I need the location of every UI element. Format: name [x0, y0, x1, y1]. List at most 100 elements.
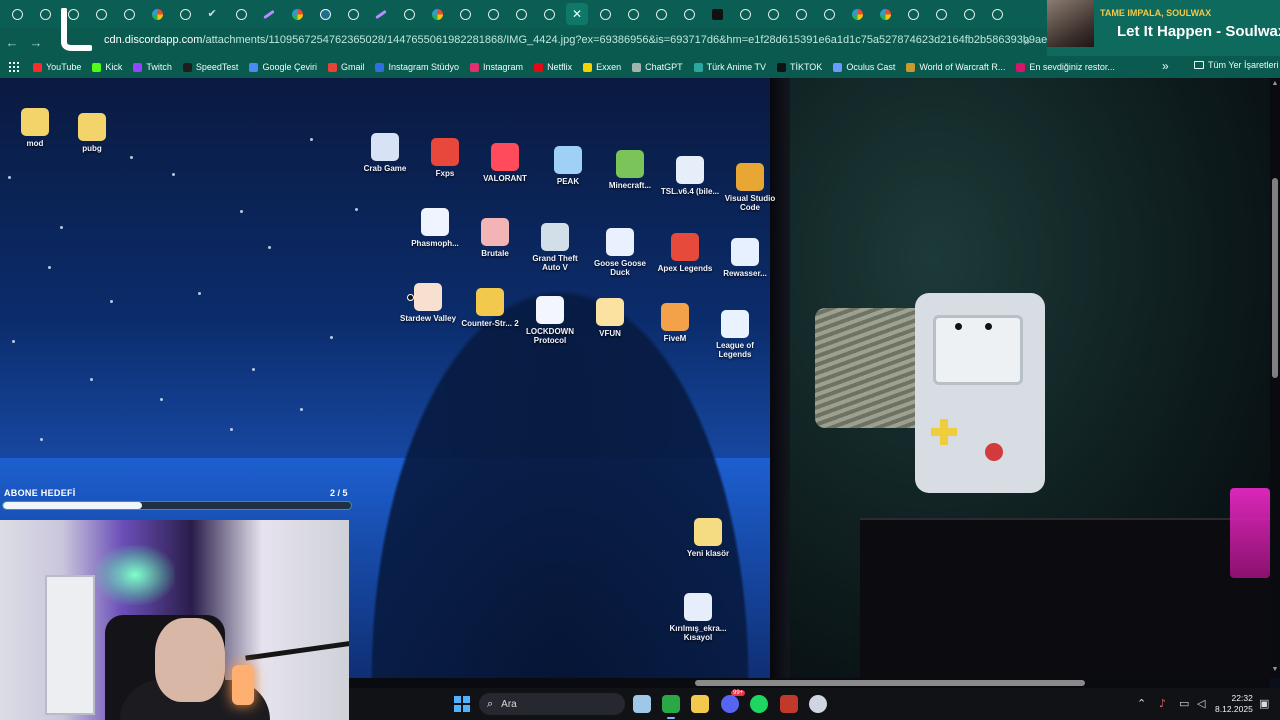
bookmark-item[interactable]: Gmail: [327, 62, 364, 72]
tab-3[interactable]: [90, 3, 112, 25]
windows-start-icon[interactable]: [454, 696, 470, 712]
search-icon: ⌕: [487, 697, 494, 710]
tab-13[interactable]: [370, 3, 392, 25]
bookmark-item[interactable]: SpeedTest: [182, 62, 238, 72]
tab-0[interactable]: [6, 3, 28, 25]
desktop-shortcut-icon: [721, 310, 749, 338]
streamer-logo: [61, 8, 92, 51]
microphone-icon[interactable]: ♪: [1159, 697, 1166, 710]
tab-7[interactable]: ✔: [202, 3, 224, 25]
circle-icon: [179, 8, 191, 20]
tab-31[interactable]: [874, 3, 896, 25]
bookmarks-overflow-icon[interactable]: »: [1162, 59, 1169, 73]
desktop-icon: VALORANT: [475, 143, 535, 183]
tab-19[interactable]: [538, 3, 560, 25]
explorer-photos-icon[interactable]: [633, 695, 651, 713]
url-field[interactable]: cdn.discordapp.com/attachments/110956725…: [104, 34, 1134, 46]
tab-25[interactable]: [706, 3, 728, 25]
tab-6[interactable]: [174, 3, 196, 25]
bookmark-item[interactable]: Türk Anime TV: [693, 62, 766, 72]
tab-8[interactable]: [230, 3, 252, 25]
tab-18[interactable]: [510, 3, 532, 25]
desktop-icon-label: Minecraft...: [608, 181, 652, 190]
vertical-scrollbar[interactable]: ▲ ▼: [1270, 78, 1280, 678]
streamer-face: [155, 618, 225, 702]
scroll-up-icon[interactable]: ▲: [1271, 80, 1279, 87]
desktop-icon-label: TSL.v6.4 (bile...: [660, 187, 720, 196]
chrome-icon[interactable]: [662, 695, 680, 719]
bookmark-item[interactable]: Exxen: [583, 62, 621, 72]
tab-28[interactable]: [790, 3, 812, 25]
bookmark-label: TİKTOK: [789, 62, 823, 72]
bookmark-item[interactable]: YouTube: [33, 62, 81, 72]
tab-active[interactable]: ✕: [566, 3, 588, 25]
scroll-down-icon[interactable]: ▼: [1271, 666, 1279, 673]
voicemeeter-icon[interactable]: [780, 695, 798, 713]
tab-5[interactable]: [146, 3, 168, 25]
desktop-icon-label: Grand Theft Auto V: [532, 254, 578, 272]
horizontal-scrollbar[interactable]: [350, 678, 1270, 688]
tab-16[interactable]: [454, 3, 476, 25]
tab-11[interactable]: [314, 3, 336, 25]
bookmark-item[interactable]: World of Warcraft R...: [906, 62, 1005, 72]
clock[interactable]: 22:32 8.12.2025: [1215, 693, 1253, 715]
bookmark-item[interactable]: TİKTOK: [776, 62, 823, 72]
zoom-icon[interactable]: ⌕: [1024, 34, 1031, 49]
tab-9[interactable]: [258, 3, 280, 25]
vertical-scroll-thumb[interactable]: [1272, 178, 1278, 378]
tab-27[interactable]: [762, 3, 784, 25]
desktop-shortcut-icon: [684, 593, 712, 621]
tab-35[interactable]: [986, 3, 1008, 25]
tab-32[interactable]: [902, 3, 924, 25]
network-icon[interactable]: ▭: [1179, 697, 1189, 710]
circle-icon: [39, 8, 51, 20]
bookmark-item[interactable]: ChatGPT: [632, 62, 683, 72]
bookmark-label: Exxen: [596, 62, 622, 72]
desktop-shortcut-icon: [616, 150, 644, 178]
steam-like-icon[interactable]: [809, 695, 827, 713]
bookmark-item[interactable]: Netflix: [534, 62, 572, 72]
bookmark-item[interactable]: Oculus Cast: [833, 62, 895, 72]
apps-grid-icon[interactable]: [9, 62, 19, 72]
forward-icon[interactable]: →: [24, 35, 48, 50]
tab-26[interactable]: [734, 3, 756, 25]
bookmark-label: Oculus Cast: [846, 62, 896, 72]
notification-icon[interactable]: ▣: [1259, 697, 1269, 710]
tab-34[interactable]: [958, 3, 980, 25]
tab-21[interactable]: [594, 3, 616, 25]
tab-24[interactable]: [678, 3, 700, 25]
bookmark-item[interactable]: Google Çeviri: [249, 62, 317, 72]
tab-30[interactable]: [846, 3, 868, 25]
horizontal-scroll-thumb[interactable]: [695, 680, 1085, 686]
tab-12[interactable]: [342, 3, 364, 25]
tab-33[interactable]: [930, 3, 952, 25]
bookmark-item[interactable]: Instagram: [470, 62, 523, 72]
bookmark-item[interactable]: Kick: [92, 62, 122, 72]
tab-23[interactable]: [650, 3, 672, 25]
bookmark-item[interactable]: Instagram Stüdyo: [375, 62, 459, 72]
back-icon[interactable]: ←: [0, 35, 24, 50]
taskbar-search[interactable]: ⌕ Ara: [479, 693, 625, 715]
desktop-icon-label: mod: [26, 139, 44, 148]
all-bookmarks-button[interactable]: Tüm Yer İşaretleri: [1194, 60, 1279, 70]
bookmark-item[interactable]: En sevdiğiniz restor...: [1016, 62, 1115, 72]
spotify-icon[interactable]: [750, 695, 768, 713]
tab-14[interactable]: [398, 3, 420, 25]
file-explorer-icon[interactable]: [691, 695, 709, 713]
tray-overflow-icon[interactable]: ⌃: [1137, 697, 1146, 710]
discord-icon[interactable]: 99+: [721, 690, 746, 713]
desktop-shortcut-icon: [21, 108, 49, 136]
tab-22[interactable]: [622, 3, 644, 25]
desktop-icon: PEAK: [538, 146, 598, 186]
tab-10[interactable]: [286, 3, 308, 25]
tab-4[interactable]: [118, 3, 140, 25]
tab-17[interactable]: [482, 3, 504, 25]
desktop-icon: Brutale: [465, 218, 525, 258]
bookmark-label: YouTube: [46, 62, 82, 72]
tab-1[interactable]: [34, 3, 56, 25]
tab-29[interactable]: [818, 3, 840, 25]
bookmark-item[interactable]: Twitch: [133, 62, 172, 72]
bookmark-favicon-icon: [534, 62, 544, 72]
tab-15[interactable]: [426, 3, 448, 25]
volume-icon[interactable]: ◁: [1197, 697, 1205, 710]
